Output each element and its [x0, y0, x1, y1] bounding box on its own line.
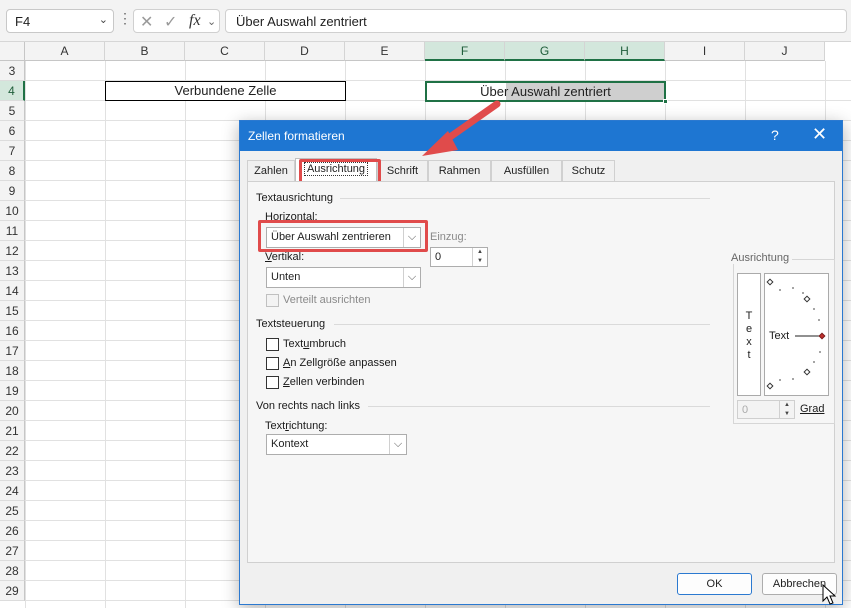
mouse-cursor-icon [822, 584, 837, 605]
annotation-arrow [422, 100, 501, 156]
